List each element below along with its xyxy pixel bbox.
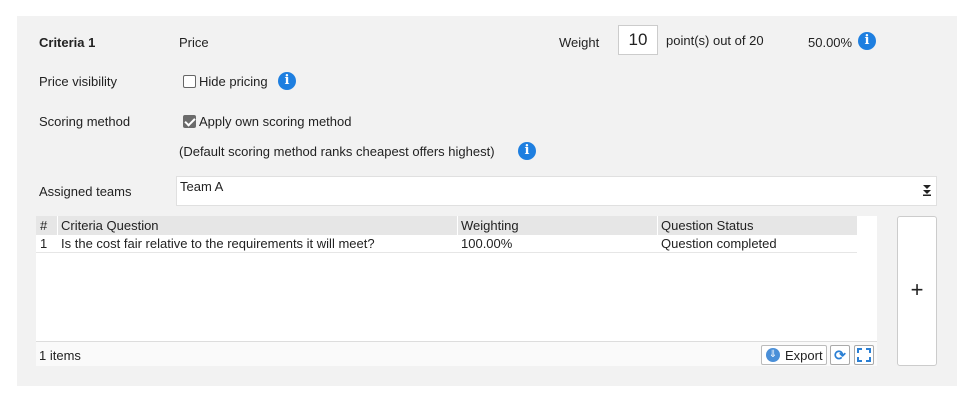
expand-button[interactable] — [854, 345, 874, 365]
dropdown-arrow-icon — [923, 185, 931, 196]
refresh-button[interactable]: ⟳ — [830, 345, 850, 365]
column-header-question[interactable]: Criteria Question — [61, 218, 159, 233]
own-scoring-label[interactable]: Apply own scoring method — [199, 114, 351, 129]
assigned-teams-label: Assigned teams — [39, 184, 132, 199]
export-button[interactable]: ⇓ Export — [761, 345, 827, 365]
info-icon[interactable]: i — [278, 72, 296, 90]
criteria-name: Price — [179, 35, 209, 50]
expand-icon — [857, 348, 871, 362]
hide-pricing-label[interactable]: Hide pricing — [199, 74, 268, 89]
export-icon: ⇓ — [766, 348, 780, 362]
hide-pricing-checkbox[interactable] — [183, 75, 196, 88]
weight-input[interactable]: 10 — [618, 25, 658, 55]
items-count: 1 items — [39, 348, 81, 363]
column-header-number[interactable]: # — [40, 218, 47, 233]
refresh-icon: ⟳ — [834, 347, 846, 363]
grid-header: # Criteria Question Weighting Question S… — [36, 216, 857, 235]
price-visibility-label: Price visibility — [39, 74, 118, 89]
weight-label: Weight — [559, 35, 600, 50]
assigned-teams-select[interactable]: Team A — [176, 176, 937, 206]
criteria-panel: Criteria 1 Price Weight 10 point(s) out … — [17, 16, 957, 386]
info-icon[interactable]: i — [518, 142, 536, 160]
own-scoring-checkbox[interactable] — [183, 115, 196, 128]
row-question: Is the cost fair relative to the require… — [61, 236, 375, 251]
row-number: 1 — [40, 236, 48, 251]
column-header-weighting[interactable]: Weighting — [461, 218, 519, 233]
weight-percentage: 50.00% — [808, 35, 853, 50]
info-icon[interactable]: i — [858, 32, 876, 50]
export-label: Export — [785, 348, 823, 363]
row-status: Question completed — [661, 236, 777, 251]
assigned-teams-value: Team A — [180, 179, 224, 194]
row-weighting: 100.00% — [461, 236, 513, 251]
table-row[interactable]: 1 Is the cost fair relative to the requi… — [36, 235, 857, 253]
criteria-label: Criteria 1 — [39, 35, 96, 50]
scoring-method-label: Scoring method — [39, 114, 131, 129]
column-header-status[interactable]: Question Status — [661, 218, 754, 233]
add-question-button[interactable]: + — [897, 216, 937, 366]
weight-suffix: point(s) out of 20 — [666, 33, 764, 48]
criteria-questions-grid: # Criteria Question Weighting Question S… — [36, 216, 877, 366]
scoring-note: (Default scoring method ranks cheapest o… — [179, 144, 495, 159]
grid-footer: 1 items ⇓ Export ⟳ — [36, 341, 877, 366]
